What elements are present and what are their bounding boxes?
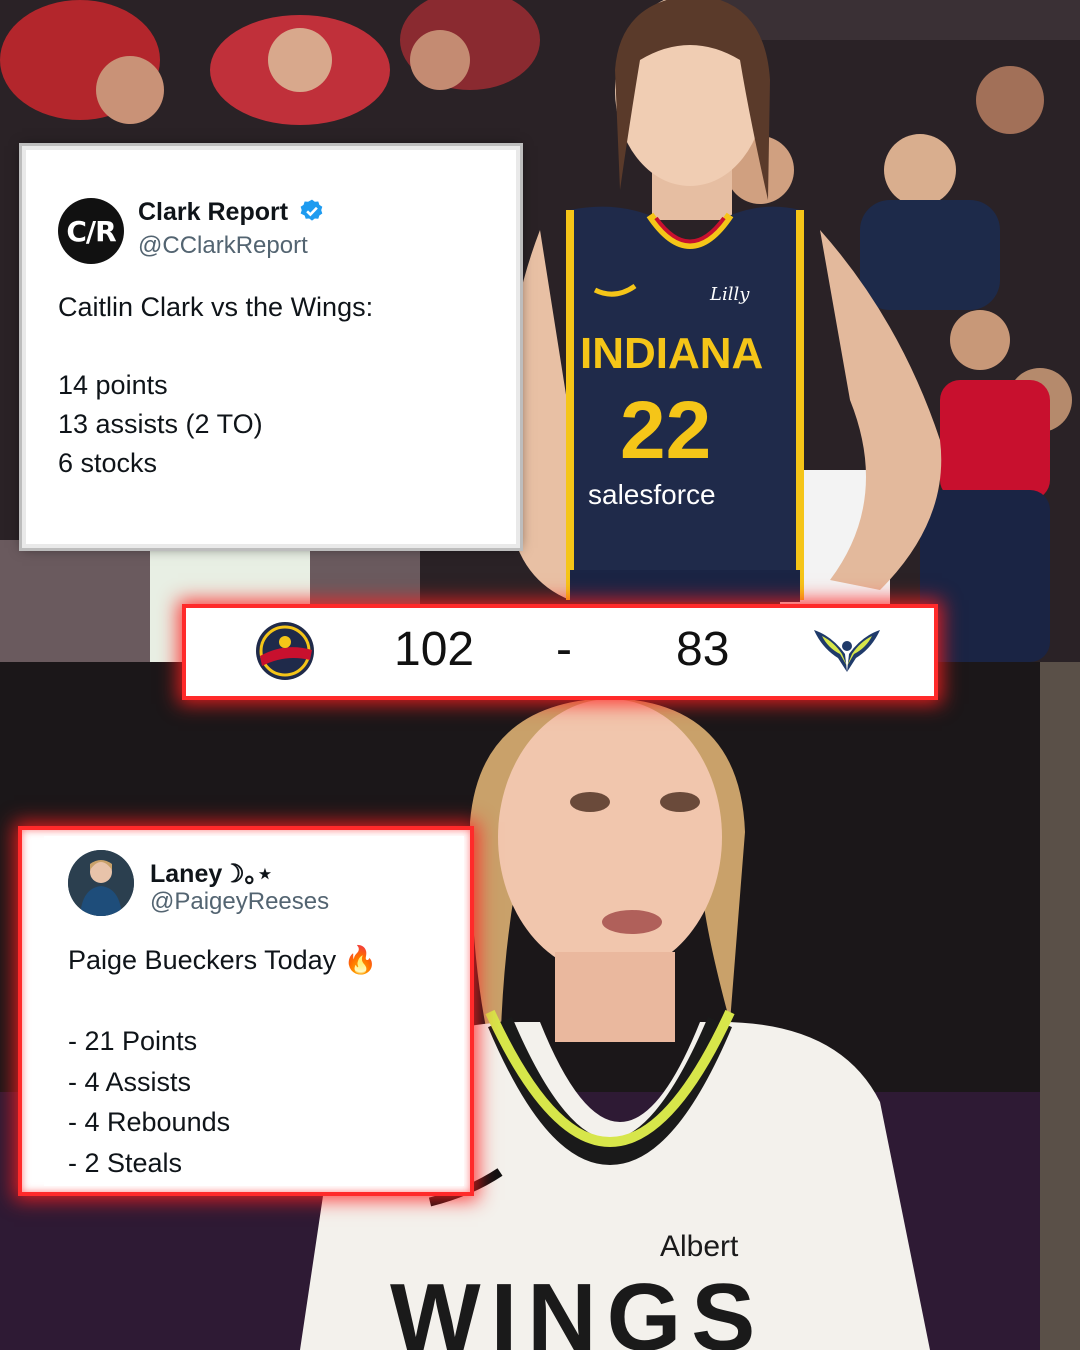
tweet-author-handle[interactable]: @CClarkReport xyxy=(138,232,308,260)
indiana-fever-logo xyxy=(256,622,314,680)
avatar[interactable] xyxy=(68,850,134,916)
tweet-card-clark-report[interactable]: C/R Clark Report @CClarkReport Caitlin C… xyxy=(19,143,523,551)
tweet-content: C/R Clark Report @CClarkReport Caitlin C… xyxy=(34,176,508,516)
avatar-initials: C/R xyxy=(66,215,116,248)
avatar-image xyxy=(68,850,134,916)
score-separator: - xyxy=(556,623,572,676)
jersey-team-text-bottom: WINGS xyxy=(390,1264,765,1350)
tweet-author-name[interactable]: Laney☽｡⋆ xyxy=(150,854,273,890)
jersey-team-text: INDIANA xyxy=(580,329,763,378)
tweet-content: Laney☽｡⋆ @PaigeyReeses Paige Bueckers To… xyxy=(44,836,464,1186)
jersey-number-text: 22 xyxy=(620,385,711,476)
verified-badge-icon xyxy=(300,199,323,221)
away-score: 83 xyxy=(676,623,730,676)
tweet-body: Paige Bueckers Today 🔥 - 21 Points - 4 A… xyxy=(68,945,378,1178)
jersey-patch-text: Lilly xyxy=(709,284,750,305)
author-name-text: Clark Report xyxy=(138,198,289,226)
jersey-sponsor-text-bottom: Albert xyxy=(660,1230,739,1263)
tweet-body: Caitlin Clark vs the Wings: 14 points 13… xyxy=(58,292,374,478)
scoreboard: 102 - 83 xyxy=(182,604,938,700)
dallas-wings-logo xyxy=(814,630,880,672)
tweet-author-handle[interactable]: @PaigeyReeses xyxy=(150,888,329,916)
tweet-card-laney[interactable]: Laney☽｡⋆ @PaigeyReeses Paige Bueckers To… xyxy=(18,826,474,1196)
home-score: 102 xyxy=(394,623,475,676)
jersey-sponsor-text: salesforce xyxy=(588,479,716,510)
tweet-author-name[interactable]: Clark Report xyxy=(138,198,325,227)
avatar[interactable]: C/R xyxy=(58,198,124,264)
scoreboard-inner: 102 - 83 xyxy=(198,618,922,686)
